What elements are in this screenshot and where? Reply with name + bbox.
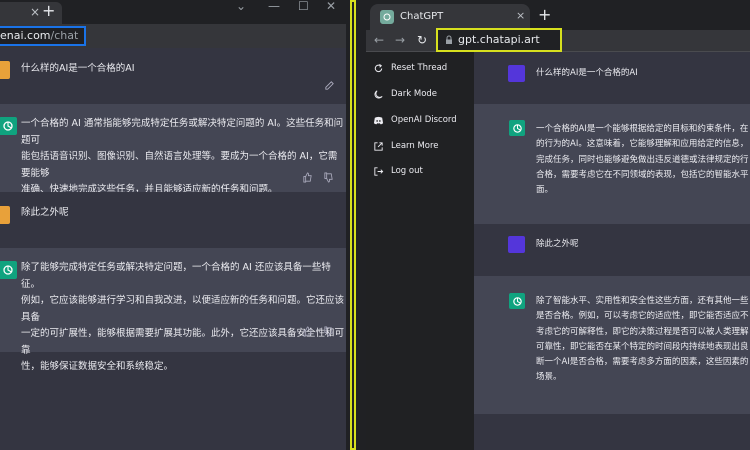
- openai-logo-icon: [512, 296, 522, 306]
- left-tab-close-icon[interactable]: ×: [30, 5, 40, 19]
- chatgpt-tab[interactable]: ChatGPT ×: [370, 4, 530, 30]
- edit-icon[interactable]: [324, 80, 335, 91]
- left-address-bar[interactable]: enai.com/chat: [0, 26, 86, 46]
- thumbs-down-icon[interactable]: [323, 326, 334, 337]
- chat-message-assistant: 除了智能水平、实用性和安全性这些方面，还有其他一些 是否合格。例如，可以考虑它的…: [474, 276, 750, 414]
- sidebar-item-label: Reset Thread: [391, 63, 448, 73]
- discord-icon: [373, 116, 384, 125]
- sidebar-item-dark-mode[interactable]: Dark Mode: [366, 83, 474, 107]
- thumbs-up-icon[interactable]: [302, 326, 313, 337]
- assistant-avatar: [0, 117, 17, 135]
- chat-sidebar: Reset Thread Dark Mode OpenAI Discord Le…: [366, 52, 474, 450]
- chat-message-assistant: 除了能够完成特定任务或解决特定问题，一个合格的 AI 还应该具备一些特征。 例如…: [0, 248, 346, 372]
- text-line: 是否合格。例如，可以考虑它的适应性，即它能否适应不: [536, 311, 749, 322]
- moon-icon: [374, 90, 383, 99]
- tab-title: ChatGPT: [400, 11, 444, 22]
- chat-message-user: 什么样的AI是一个合格的AI: [0, 48, 346, 104]
- close-window-icon[interactable]: ✕: [326, 0, 336, 14]
- tab-search-chevron-icon[interactable]: ⌄: [236, 0, 246, 14]
- user-message-text: 除此之外呢: [21, 207, 69, 218]
- external-link-icon: [374, 142, 383, 151]
- desktop: × + ⌄ — ☐ ✕ enai.com/chat 什么样的AI是一个合格的AI: [0, 0, 750, 450]
- text-line: 断一个AI是否合格，需要考虑多方面的因素，这些因素的: [536, 357, 749, 368]
- assistant-avatar: [509, 120, 525, 136]
- sidebar-item-label: Learn More: [391, 141, 439, 151]
- sidebar-item-label: Dark Mode: [391, 89, 438, 99]
- window-gap: [346, 0, 366, 450]
- left-new-tab-button[interactable]: +: [42, 2, 55, 20]
- user-message-text: 什么样的AI是一个合格的AI: [21, 63, 135, 74]
- text-line: 合格，需要考虑它在不同领域的表现，包括它的智能水平: [536, 169, 749, 180]
- logout-icon: [374, 167, 384, 176]
- text-line: 除了能够完成特定任务或解决特定问题，一个合格的 AI 还应该具备一些特征。: [21, 262, 331, 290]
- forward-icon[interactable]: →: [393, 33, 407, 47]
- text-line: 场景。: [536, 372, 562, 383]
- text-line: 一定的可扩展性，能够根据需要扩展其功能。此外，它还应该具备安全性和可靠: [21, 328, 345, 356]
- text-line: 能包括语音识别、图像识别、自然语言处理等。要成为一个合格的 AI，它需要能够: [21, 151, 338, 179]
- user-avatar: [0, 206, 10, 224]
- chat-message-user: 除此之外呢: [0, 192, 346, 248]
- chat-message-user: 除此之外呢: [474, 224, 750, 276]
- chatgpt-favicon-icon: [380, 10, 394, 24]
- openai-logo-icon: [3, 265, 13, 275]
- maximize-icon[interactable]: ☐: [298, 0, 309, 14]
- left-chat-area: 什么样的AI是一个合格的AI 一个合格的 AI 通常指能够完成特定任务或解决特定…: [0, 48, 346, 450]
- sidebar-item-learn-more[interactable]: Learn More: [366, 135, 474, 159]
- assistant-message-text: 除了能够完成特定任务或解决特定问题，一个合格的 AI 还应该具备一些特征。 例如…: [21, 260, 346, 376]
- url-path: /chat: [50, 29, 79, 42]
- right-navigation-bar: ← → ↻ gpt.chatapi.art: [366, 28, 750, 52]
- url-host: enai.com: [0, 29, 51, 42]
- lock-icon: [446, 35, 452, 44]
- minimize-icon[interactable]: —: [268, 0, 280, 14]
- user-message-text: 除此之外呢: [536, 239, 579, 249]
- chat-message-assistant: 一个合格的AI是一个能够根据给定的目标和约束条件，在 的行为的AI。这意味着，它…: [474, 104, 750, 224]
- right-tab-bar: ChatGPT × +: [366, 0, 750, 30]
- left-address-row: enai.com/chat: [0, 24, 346, 48]
- left-tab-bar: × + ⌄ — ☐ ✕: [0, 0, 346, 24]
- sidebar-item-label: OpenAI Discord: [391, 115, 457, 125]
- back-icon[interactable]: ←: [372, 33, 386, 47]
- right-address-bar[interactable]: gpt.chatapi.art: [436, 28, 562, 52]
- assistant-message-text: 一个合格的AI是一个能够根据给定的目标和约束条件，在 的行为的AI。这意味着，它…: [536, 122, 749, 198]
- user-message-text: 什么样的AI是一个合格的AI: [536, 68, 638, 78]
- sidebar-item-openai-discord[interactable]: OpenAI Discord: [366, 109, 474, 133]
- text-line: 一个合格的AI是一个能够根据给定的目标和约束条件，在: [536, 124, 749, 134]
- sidebar-item-reset-thread[interactable]: Reset Thread: [366, 57, 474, 81]
- text-line: 的行为的AI。这意味着，它能够理解和应用给定的信息，: [536, 139, 749, 150]
- text-line: 面。: [536, 185, 554, 196]
- text-line: 例如，它应该能够进行学习和自我改进，以便适应新的任务和问题。它还应该具备: [21, 295, 345, 323]
- text-line: 完成任务，同时也能够避免做出违反道德或法律规定的行: [536, 154, 749, 165]
- right-new-tab-button[interactable]: +: [538, 6, 551, 24]
- reset-icon: [374, 63, 383, 73]
- split-divider-handle[interactable]: [350, 0, 356, 450]
- assistant-message-text: 除了智能水平、实用性和安全性这些方面，还有其他一些 是否合格。例如，可以考虑它的…: [536, 294, 749, 386]
- openai-logo-icon: [512, 123, 522, 133]
- chat-message-user: 什么样的AI是一个合格的AI: [474, 52, 750, 104]
- right-chat-area: 什么样的AI是一个合格的AI 一个合格的AI是一个能够根据给定的目标和约束条件，…: [474, 52, 750, 450]
- url-text: gpt.chatapi.art: [458, 33, 540, 46]
- left-browser-window: × + ⌄ — ☐ ✕ enai.com/chat 什么样的AI是一个合格的AI: [0, 0, 346, 450]
- text-line: 可靠性，即它能否在某个特定的时间段内持续地表现出良: [536, 341, 749, 352]
- openai-logo-icon: [3, 121, 13, 131]
- text-line: 性，能够保证数据安全和系统稳定。: [21, 361, 174, 372]
- reload-icon[interactable]: ↻: [415, 33, 429, 47]
- chat-message-assistant: 一个合格的 AI 通常指能够完成特定任务或解决特定问题的 AI。这些任务和问题可…: [0, 104, 346, 195]
- right-browser-window: ChatGPT × + ← → ↻ gpt.chatapi.art Reset …: [366, 0, 750, 450]
- text-line: 除了智能水平、实用性和安全性这些方面，还有其他一些: [536, 296, 749, 306]
- text-line: 考虑它的可解释性，即它的决策过程是否可以被人类理解: [536, 326, 749, 337]
- thumbs-down-icon[interactable]: [323, 172, 334, 183]
- assistant-avatar: [0, 261, 17, 279]
- thumbs-up-icon[interactable]: [302, 172, 313, 183]
- user-avatar: [0, 61, 10, 79]
- user-avatar: [508, 65, 525, 82]
- sidebar-item-log-out[interactable]: Log out: [366, 160, 474, 184]
- text-line: 一个合格的 AI 通常指能够完成特定任务或解决特定问题的 AI。这些任务和问题可: [21, 118, 344, 146]
- assistant-avatar: [509, 293, 525, 309]
- sidebar-item-label: Log out: [391, 166, 423, 176]
- user-avatar: [508, 236, 525, 253]
- assistant-message-text: 一个合格的 AI 通常指能够完成特定任务或解决特定问题的 AI。这些任务和问题可…: [21, 116, 346, 199]
- tab-close-icon[interactable]: ×: [516, 9, 525, 23]
